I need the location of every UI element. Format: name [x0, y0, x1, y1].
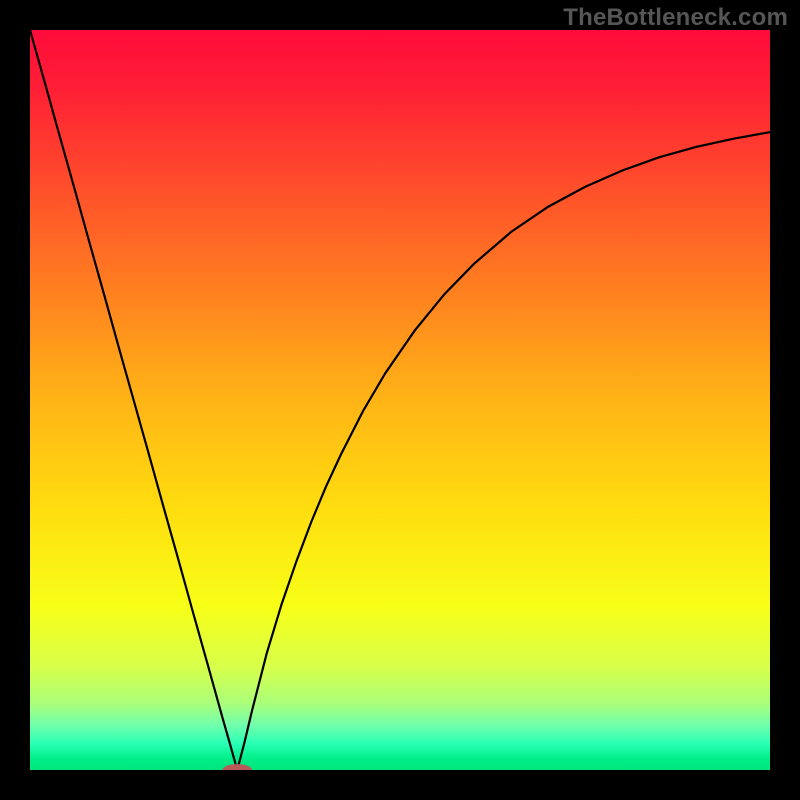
plot-svg	[30, 30, 770, 770]
watermark-text: TheBottleneck.com	[563, 4, 788, 32]
plot-area	[30, 30, 770, 770]
gradient-background	[30, 30, 770, 770]
chart-frame: TheBottleneck.com	[0, 0, 800, 800]
